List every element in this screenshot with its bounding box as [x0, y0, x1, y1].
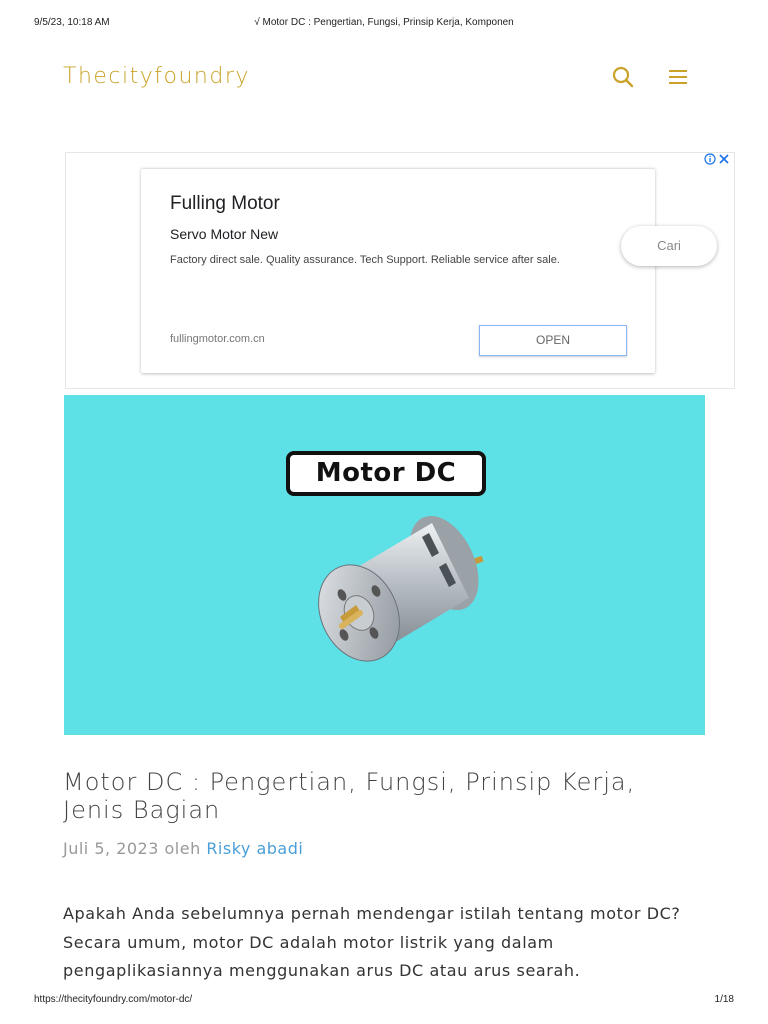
ad-description: Factory direct sale. Quality assurance. …: [170, 254, 560, 266]
close-icon[interactable]: [719, 154, 729, 164]
print-page-title: √ Motor DC : Pengertian, Fungsi, Prinsip…: [254, 17, 514, 28]
print-page-number: 1/18: [714, 994, 734, 1005]
ad-subtitle[interactable]: Servo Motor New: [170, 226, 278, 242]
search-icon[interactable]: [610, 64, 636, 90]
article-meta: Juli 5, 2023 oleh Risky abadi: [63, 839, 303, 858]
ad-title[interactable]: Fulling Motor: [170, 193, 280, 215]
ad-search-button[interactable]: Cari: [621, 226, 717, 266]
dc-motor-illustration: [318, 515, 484, 662]
hero-image: Motor DC: [64, 395, 705, 735]
site-logo[interactable]: Thecityfoundry: [63, 64, 250, 89]
article-author-link[interactable]: Risky abadi: [206, 839, 303, 858]
print-url: https://thecityfoundry.com/motor-dc/: [34, 994, 193, 1005]
menu-icon[interactable]: [665, 64, 691, 90]
article-date: Juli 5, 2023: [63, 839, 159, 858]
ad-choices[interactable]: [704, 153, 730, 168]
ad-domain[interactable]: fullingmotor.com.cn: [170, 333, 265, 345]
ad-open-button[interactable]: OPEN: [479, 325, 627, 356]
hero-badge: Motor DC: [286, 451, 486, 496]
article-intro: Apakah Anda sebelumnya pernah mendengar …: [63, 904, 681, 980]
article-by: oleh: [164, 839, 201, 858]
info-icon[interactable]: [704, 153, 716, 165]
article-title: Motor DC : Pengertian, Fungsi, Prinsip K…: [63, 768, 636, 824]
